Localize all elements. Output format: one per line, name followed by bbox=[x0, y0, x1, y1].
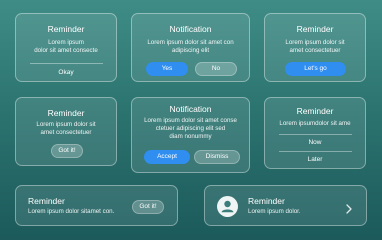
chevron-right-icon[interactable] bbox=[345, 201, 353, 214]
reminder-card-now-later: Reminder Lorem ipsumdolor sit ame Now La… bbox=[264, 97, 366, 169]
got-it-button[interactable]: Got it! bbox=[132, 200, 164, 214]
got-it-button[interactable]: Got it! bbox=[51, 144, 83, 158]
card-body-line: adipiscing elit bbox=[171, 47, 210, 54]
dismiss-button[interactable]: Dismiss bbox=[194, 150, 240, 164]
card-body: Lorem ipsum dolor sit amet conse ctetuer… bbox=[132, 117, 249, 141]
reminder-card-lets-go: Reminder Lorem ipsum dolor sit amet cons… bbox=[264, 13, 366, 82]
reminder-card-got-it: Reminder Lorem ipsum dolor sit amet cons… bbox=[15, 97, 117, 166]
card-body: Lorem ipsum dolor sit amet consectetuer bbox=[16, 121, 116, 137]
card-body-line: Lorem ipsum dolor sit amet conse bbox=[144, 117, 237, 124]
card-body-line: diam nonummy bbox=[169, 133, 212, 140]
card-body-line: Lorem ipsum dolor sit bbox=[285, 39, 345, 46]
card-title: Reminder bbox=[296, 24, 334, 34]
divider bbox=[279, 151, 352, 152]
card-body-line: dolor sit amet consecte bbox=[34, 47, 98, 54]
card-title: Reminder bbox=[47, 108, 85, 118]
accept-button[interactable]: Accept bbox=[144, 150, 190, 164]
okay-button[interactable]: Okay bbox=[16, 68, 116, 78]
card-body-line: amet consectetuer bbox=[289, 47, 341, 54]
card-body: Lorem ipsum dolor sitamet con. bbox=[28, 208, 115, 215]
card-body: Lorem ipsum dolor sit amet con adipiscin… bbox=[132, 39, 249, 55]
notification-card-accept-dismiss: Notification Lorem ipsum dolor sit amet … bbox=[131, 97, 250, 173]
no-button[interactable]: No bbox=[195, 62, 237, 76]
divider bbox=[30, 63, 103, 64]
card-body-line: ctetuer adipiscing elit sed bbox=[155, 125, 226, 132]
reminder-banner-user[interactable]: Reminder Lorem ipsum dolor. bbox=[204, 185, 367, 226]
user-avatar-glyph bbox=[221, 200, 234, 213]
user-avatar-icon bbox=[217, 196, 238, 217]
card-title: Notification bbox=[169, 104, 212, 114]
later-button[interactable]: Later bbox=[265, 155, 365, 165]
card-body-line: Lorem ipsum bbox=[48, 39, 84, 46]
card-body: Lorem ipsum dolor sit amet consecte bbox=[16, 39, 116, 55]
card-body-line: Lorem ipsum dolor sit amet con bbox=[147, 39, 234, 46]
card-title: Reminder bbox=[248, 196, 285, 206]
card-body: Lorem ipsumdolor sit ame bbox=[265, 120, 365, 128]
now-button[interactable]: Now bbox=[265, 138, 365, 148]
chevron-right-glyph bbox=[346, 204, 352, 214]
card-body-line: Lorem ipsum dolor sit bbox=[36, 121, 96, 128]
card-body: Lorem ipsum dolor sit amet consectetuer bbox=[265, 39, 365, 55]
divider bbox=[279, 134, 352, 135]
card-title: Reminder bbox=[47, 24, 85, 34]
card-body-line: Lorem ipsumdolor sit ame bbox=[279, 120, 351, 127]
reminder-card-okay: Reminder Lorem ipsum dolor sit amet cons… bbox=[15, 13, 117, 82]
card-body-line: amet consectetuer bbox=[40, 129, 92, 136]
notification-card-yes-no: Notification Lorem ipsum dolor sit amet … bbox=[131, 13, 250, 82]
card-body: Lorem ipsum dolor. bbox=[248, 208, 301, 215]
card-title: Notification bbox=[169, 24, 212, 34]
lets-go-button[interactable]: Let's go bbox=[285, 62, 346, 76]
card-title: Reminder bbox=[28, 196, 65, 206]
card-title: Reminder bbox=[296, 106, 334, 116]
yes-button[interactable]: Yes bbox=[146, 62, 188, 76]
reminder-banner-got-it: Reminder Lorem ipsum dolor sitamet con. … bbox=[15, 185, 178, 226]
